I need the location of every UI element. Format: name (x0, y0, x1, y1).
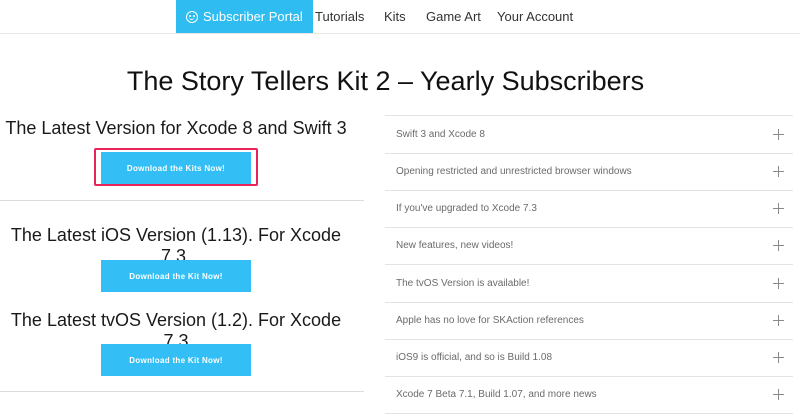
plus-icon[interactable] (773, 166, 784, 177)
accordion-item[interactable]: Xcode 7 Beta 7.1, Build 1.07, and more n… (385, 376, 793, 414)
plus-icon[interactable] (773, 315, 784, 326)
accordion-item[interactable]: New features, new videos! (385, 227, 793, 265)
accordion-label: Opening restricted and unrestricted brow… (396, 166, 632, 177)
download-tvos-kit-button[interactable]: Download the Kit Now! (101, 344, 251, 376)
accordion-item[interactable]: If you've upgraded to Xcode 7.3 (385, 190, 793, 228)
plus-icon[interactable] (773, 129, 784, 140)
plus-icon[interactable] (773, 389, 784, 400)
accordion-item[interactable]: Swift 3 and Xcode 8 (385, 115, 793, 154)
accordion-label: Swift 3 and Xcode 8 (396, 129, 485, 140)
accordion-label: Xcode 7 Beta 7.1, Build 1.07, and more n… (396, 389, 597, 400)
nav-item-your-account[interactable]: Your Account (497, 0, 573, 33)
accordion-label: The tvOS Version is available! (396, 278, 530, 289)
accordion-label: iOS9 is official, and so is Build 1.08 (396, 352, 553, 363)
download-ios-kit-button[interactable]: Download the Kit Now! (101, 260, 251, 292)
nav-label: Your Account (497, 9, 574, 24)
plus-icon[interactable] (773, 278, 784, 289)
version-title-swift3: The Latest Version for Xcode 8 and Swift… (5, 118, 347, 138)
accordion-item[interactable]: The tvOS Version is available! (385, 265, 793, 303)
nav-item-kits[interactable]: Kits (384, 0, 406, 33)
accordion-label: Apple has no love for SKAction reference… (396, 315, 584, 326)
nav-label: Kits (384, 9, 406, 24)
downloads-column: The Latest Version for Xcode 8 and Swift… (0, 0, 364, 416)
accordion-item[interactable]: iOS9 is official, and so is Build 1.08 (385, 339, 793, 377)
nav-item-game-art[interactable]: Game Art (426, 0, 481, 33)
download-kits-button[interactable]: Download the Kits Now! (101, 152, 251, 184)
divider (0, 200, 364, 201)
accordion-item[interactable]: Opening restricted and unrestricted brow… (385, 153, 793, 191)
plus-icon[interactable] (773, 352, 784, 363)
accordion-label: If you've upgraded to Xcode 7.3 (396, 203, 537, 214)
accordion-label: New features, new videos! (396, 240, 514, 251)
plus-icon[interactable] (773, 240, 784, 251)
plus-icon[interactable] (773, 203, 784, 214)
accordion-item[interactable]: Apple has no love for SKAction reference… (385, 302, 793, 340)
nav-label: Game Art (426, 9, 481, 24)
divider (0, 391, 364, 392)
